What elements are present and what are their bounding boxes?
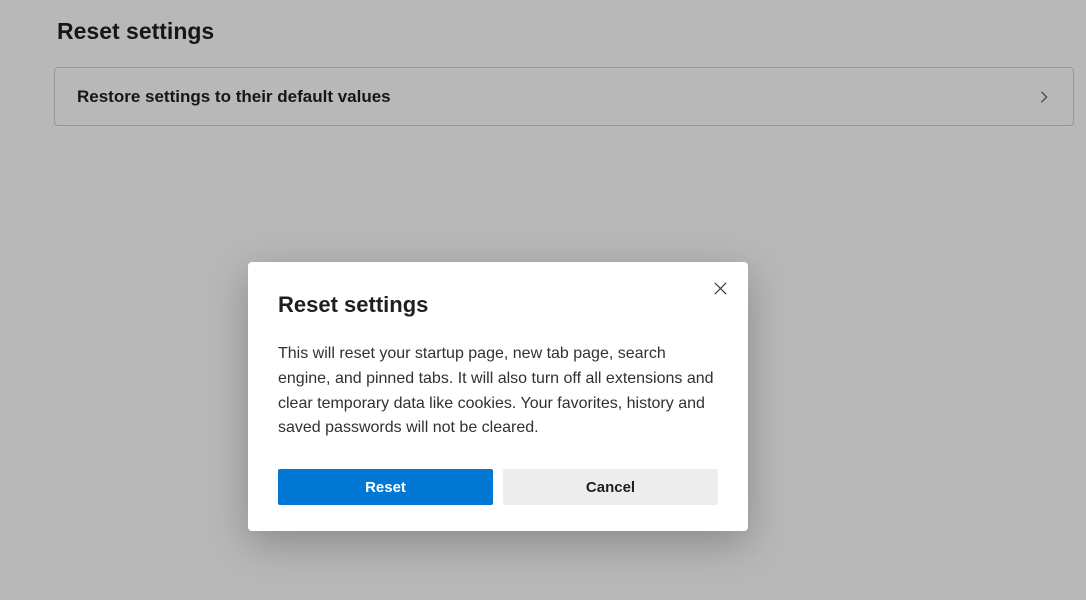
dialog-body: This will reset your startup page, new t… [278, 342, 718, 441]
close-button[interactable] [710, 280, 730, 300]
reset-button[interactable]: Reset [278, 469, 493, 505]
dialog-title: Reset settings [278, 292, 718, 318]
cancel-button[interactable]: Cancel [503, 469, 718, 505]
reset-settings-dialog: Reset settings This will reset your star… [248, 262, 748, 531]
dialog-actions: Reset Cancel [278, 469, 718, 505]
close-icon [713, 281, 728, 299]
